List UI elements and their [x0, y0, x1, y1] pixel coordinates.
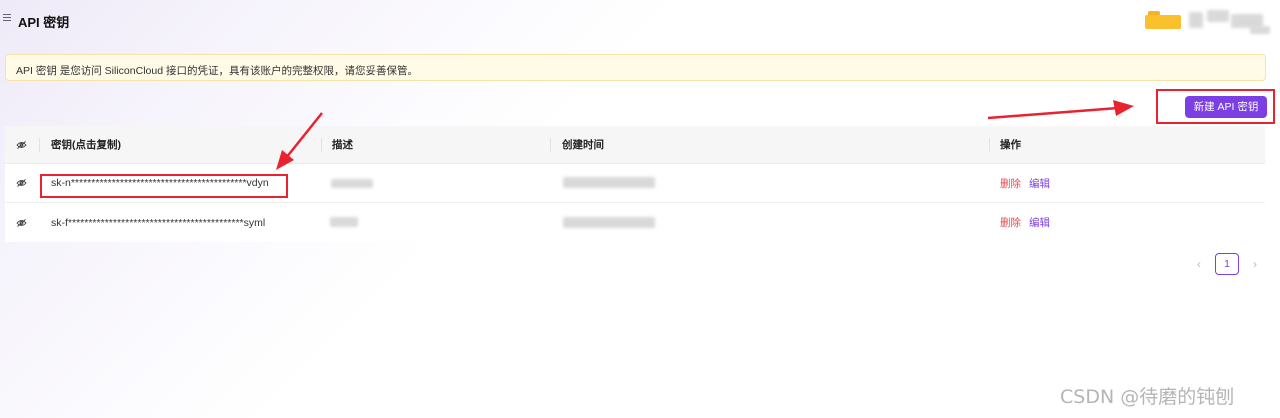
- watermark: CSDN @待磨的钝刨: [1060, 386, 1235, 408]
- menu-icon[interactable]: [3, 14, 11, 24]
- edit-link[interactable]: 编辑: [1029, 176, 1050, 191]
- delete-link[interactable]: 删除: [1000, 215, 1021, 230]
- notice-banner: API 密钥 是您访问 SiliconCloud 接口的凭证，具有该账户的完整权…: [5, 54, 1266, 81]
- annotation-box-new-key: [1156, 89, 1275, 124]
- eye-off-icon[interactable]: [16, 164, 27, 202]
- row-actions: 删除 编辑: [1000, 164, 1058, 202]
- redacted-user-info: [1189, 12, 1203, 28]
- column-header-description: 描述: [332, 139, 353, 151]
- top-bar: API 密钥: [0, 0, 1280, 42]
- redacted-created-time: [563, 217, 655, 228]
- table-row: sk-f************************************…: [5, 203, 1265, 242]
- page-title: API 密钥: [18, 15, 70, 30]
- folder-icon: [1145, 11, 1181, 29]
- page-number-current[interactable]: 1: [1215, 253, 1239, 275]
- redacted-description: [331, 179, 373, 188]
- table-header: 密钥(点击复制) 描述 创建时间 操作: [5, 126, 1265, 164]
- chevron-left-icon[interactable]: ‹: [1190, 253, 1208, 275]
- chevron-right-icon[interactable]: ›: [1246, 253, 1264, 275]
- column-header-actions: 操作: [1000, 139, 1021, 151]
- redacted-created-time: [563, 177, 655, 188]
- eye-off-icon[interactable]: [16, 203, 27, 242]
- delete-link[interactable]: 删除: [1000, 176, 1021, 191]
- annotation-box-key: [40, 174, 288, 198]
- column-header-created: 创建时间: [562, 139, 604, 151]
- eye-off-icon[interactable]: [16, 126, 27, 163]
- edit-link[interactable]: 编辑: [1029, 215, 1050, 230]
- redacted-description: [330, 217, 358, 227]
- user-area[interactable]: [1145, 8, 1280, 36]
- column-header-key: 密钥(点击复制): [51, 139, 121, 151]
- redacted-user-info: [1207, 10, 1229, 22]
- api-key-value[interactable]: sk-f************************************…: [51, 203, 265, 242]
- redacted-user-info: [1250, 26, 1270, 34]
- row-actions: 删除 编辑: [1000, 203, 1058, 242]
- notice-text: API 密钥 是您访问 SiliconCloud 接口的凭证，具有该账户的完整权…: [16, 65, 418, 77]
